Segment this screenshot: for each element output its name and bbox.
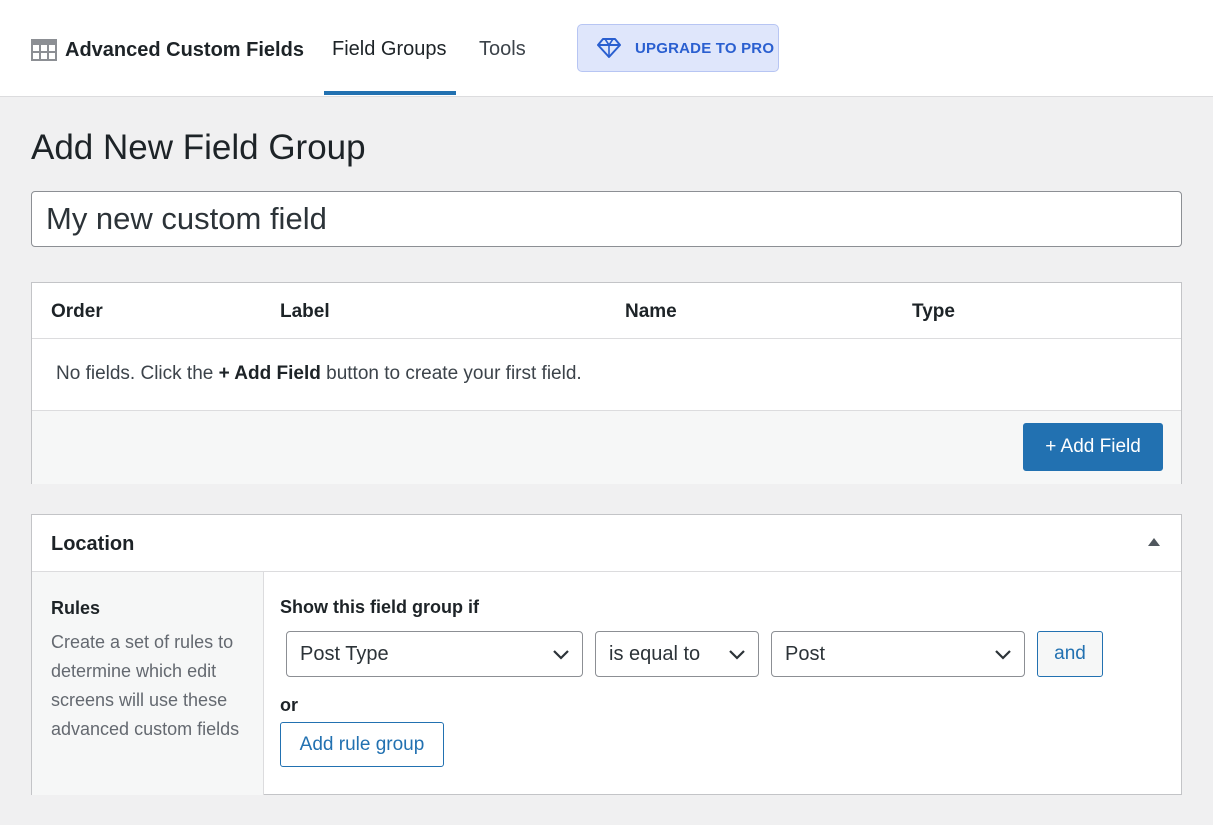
location-panel-header[interactable]: Location (32, 515, 1181, 572)
empty-message-suffix: button to create your first field. (320, 363, 582, 384)
column-type: Type (912, 301, 955, 322)
app-name: Advanced Custom Fields (65, 38, 304, 61)
upgrade-label: UPGRADE TO PRO (635, 39, 775, 57)
chevron-down-icon (553, 650, 569, 660)
empty-message-prefix: No fields. Click the (56, 363, 219, 384)
rules-sidebar: Rules Create a set of rules to determine… (32, 572, 264, 795)
fields-table: Order Label Name Type No fields. Click t… (31, 282, 1182, 484)
page-title: Add New Field Group (31, 128, 366, 167)
add-field-button[interactable]: + Add Field (1023, 423, 1163, 471)
diamond-icon (597, 38, 621, 58)
fields-table-footer: + Add Field (32, 410, 1181, 484)
active-tab-indicator (324, 91, 456, 95)
tab-field-groups[interactable]: Field Groups (332, 38, 447, 61)
fields-table-header: Order Label Name Type (32, 283, 1181, 339)
rules-title: Rules (51, 598, 101, 618)
column-name: Name (625, 301, 677, 322)
collapse-triangle-icon[interactable] (1147, 535, 1161, 549)
or-label: or (280, 695, 298, 715)
rule-value-value: Post (785, 642, 826, 665)
tab-tools[interactable]: Tools (479, 38, 526, 61)
rule-param-select[interactable]: Post Type (286, 631, 583, 677)
rule-operator-select[interactable]: is equal to (595, 631, 759, 677)
add-rule-group-button[interactable]: Add rule group (280, 722, 444, 767)
table-grid-icon (31, 39, 57, 61)
empty-fields-message: No fields. Click the + Add Field button … (56, 363, 582, 385)
location-panel: Location Rules Create a set of rules to … (31, 514, 1182, 795)
field-group-title-input[interactable] (31, 191, 1182, 247)
location-title: Location (51, 533, 135, 555)
upgrade-to-pro-button[interactable]: UPGRADE TO PRO (577, 24, 779, 72)
column-order: Order (51, 301, 103, 322)
brand: Advanced Custom Fields (31, 38, 304, 62)
add-and-rule-button[interactable]: and (1037, 631, 1103, 677)
rules-description: Create a set of rules to determine which… (51, 632, 240, 739)
rule-param-value: Post Type (300, 642, 389, 665)
rule-value-select[interactable]: Post (771, 631, 1025, 677)
show-if-label: Show this field group if (280, 597, 479, 617)
column-label: Label (280, 301, 330, 322)
rule-operator-value: is equal to (609, 642, 701, 665)
chevron-down-icon (729, 650, 745, 660)
empty-message-bold: + Add Field (218, 363, 321, 384)
chevron-down-icon (995, 650, 1011, 660)
top-header: Advanced Custom Fields Field Groups Tool… (0, 0, 1213, 97)
